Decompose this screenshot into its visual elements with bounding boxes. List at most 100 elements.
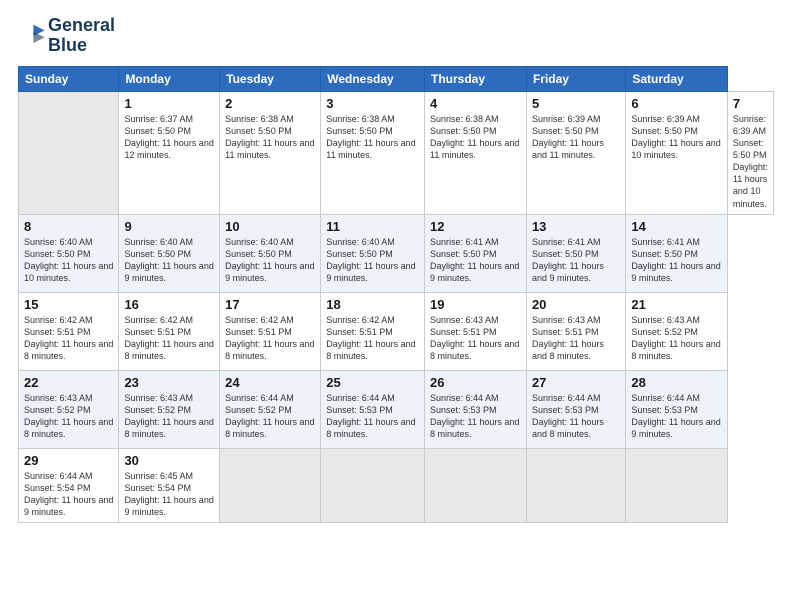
day-number: 2 xyxy=(225,96,315,111)
calendar-cell xyxy=(220,448,321,523)
calendar-cell: 28 Sunrise: 6:44 AMSunset: 5:53 PMDayligh… xyxy=(626,370,728,448)
day-number: 24 xyxy=(225,375,315,390)
calendar-cell: 16 Sunrise: 6:42 AMSunset: 5:51 PMDayligh… xyxy=(119,292,220,370)
day-detail: Sunrise: 6:44 AMSunset: 5:52 PMDaylight:… xyxy=(225,392,315,441)
calendar-header-row: SundayMondayTuesdayWednesdayThursdayFrid… xyxy=(19,66,774,91)
day-number: 19 xyxy=(430,297,521,312)
day-detail: Sunrise: 6:42 AMSunset: 5:51 PMDaylight:… xyxy=(326,314,419,363)
calendar-week-4: 22 Sunrise: 6:43 AMSunset: 5:52 PMDayligh… xyxy=(19,370,774,448)
calendar-cell: 26 Sunrise: 6:44 AMSunset: 5:53 PMDayligh… xyxy=(424,370,526,448)
day-number: 30 xyxy=(124,453,214,468)
day-number: 8 xyxy=(24,219,113,234)
calendar-cell: 5 Sunrise: 6:39 AMSunset: 5:50 PMDaylight… xyxy=(526,91,625,214)
logo-icon xyxy=(18,22,46,50)
day-detail: Sunrise: 6:44 AMSunset: 5:54 PMDaylight:… xyxy=(24,470,113,519)
day-detail: Sunrise: 6:40 AMSunset: 5:50 PMDaylight:… xyxy=(124,236,214,285)
day-detail: Sunrise: 6:43 AMSunset: 5:51 PMDaylight:… xyxy=(532,314,620,363)
header-day-monday: Monday xyxy=(119,66,220,91)
day-detail: Sunrise: 6:43 AMSunset: 5:52 PMDaylight:… xyxy=(24,392,113,441)
calendar-cell xyxy=(626,448,728,523)
header: General Blue xyxy=(18,16,774,56)
day-detail: Sunrise: 6:43 AMSunset: 5:51 PMDaylight:… xyxy=(430,314,521,363)
day-number: 22 xyxy=(24,375,113,390)
calendar-cell: 9 Sunrise: 6:40 AMSunset: 5:50 PMDaylight… xyxy=(119,214,220,292)
day-number: 9 xyxy=(124,219,214,234)
calendar-cell xyxy=(321,448,425,523)
calendar-cell: 25Sunrise: 6:44 AMSunset: 5:53 PMDayligh… xyxy=(321,370,425,448)
day-detail: Sunrise: 6:39 AMSunset: 5:50 PMDaylight:… xyxy=(532,113,620,162)
day-number: 15 xyxy=(24,297,113,312)
calendar-cell: 18 Sunrise: 6:42 AMSunset: 5:51 PMDayligh… xyxy=(321,292,425,370)
calendar-cell: 21Sunrise: 6:43 AMSunset: 5:52 PMDayligh… xyxy=(626,292,728,370)
day-detail: Sunrise: 6:42 AMSunset: 5:51 PMDaylight:… xyxy=(124,314,214,363)
header-day-tuesday: Tuesday xyxy=(220,66,321,91)
calendar-table: SundayMondayTuesdayWednesdayThursdayFrid… xyxy=(18,66,774,524)
calendar-cell: 8 Sunrise: 6:40 AMSunset: 5:50 PMDaylight… xyxy=(19,214,119,292)
day-detail: Sunrise: 6:44 AMSunset: 5:53 PMDaylight:… xyxy=(631,392,722,441)
day-detail: Sunrise: 6:38 AMSunset: 5:50 PMDaylight:… xyxy=(326,113,419,162)
day-number: 26 xyxy=(430,375,521,390)
day-number: 17 xyxy=(225,297,315,312)
day-number: 1 xyxy=(124,96,214,111)
calendar-week-5: 29 Sunrise: 6:44 AMSunset: 5:54 PMDayligh… xyxy=(19,448,774,523)
calendar-week-2: 8 Sunrise: 6:40 AMSunset: 5:50 PMDaylight… xyxy=(19,214,774,292)
logo-text: General Blue xyxy=(48,16,115,56)
day-detail: Sunrise: 6:40 AMSunset: 5:50 PMDaylight:… xyxy=(24,236,113,285)
calendar-cell: 29 Sunrise: 6:44 AMSunset: 5:54 PMDayligh… xyxy=(19,448,119,523)
calendar-cell: 30 Sunrise: 6:45 AMSunset: 5:54 PMDayligh… xyxy=(119,448,220,523)
day-number: 14 xyxy=(631,219,722,234)
calendar-cell: 1 Sunrise: 6:37 AMSunset: 5:50 PMDaylight… xyxy=(119,91,220,214)
day-detail: Sunrise: 6:37 AMSunset: 5:50 PMDaylight:… xyxy=(124,113,214,162)
calendar-cell: 11 Sunrise: 6:40 AMSunset: 5:50 PMDayligh… xyxy=(321,214,425,292)
header-day-sunday: Sunday xyxy=(19,66,119,91)
day-detail: Sunrise: 6:42 AMSunset: 5:51 PMDaylight:… xyxy=(24,314,113,363)
day-detail: Sunrise: 6:44 AMSunset: 5:53 PMDaylight:… xyxy=(430,392,521,441)
header-day-wednesday: Wednesday xyxy=(321,66,425,91)
calendar-container: General Blue SundayMondayTuesdayWednesda… xyxy=(0,0,792,612)
calendar-week-1: 1 Sunrise: 6:37 AMSunset: 5:50 PMDaylight… xyxy=(19,91,774,214)
day-detail: Sunrise: 6:45 AMSunset: 5:54 PMDaylight:… xyxy=(124,470,214,519)
header-day-saturday: Saturday xyxy=(626,66,728,91)
calendar-cell: 3 Sunrise: 6:38 AMSunset: 5:50 PMDaylight… xyxy=(321,91,425,214)
calendar-cell: 6Sunrise: 6:39 AMSunset: 5:50 PMDaylight… xyxy=(626,91,728,214)
calendar-cell xyxy=(19,91,119,214)
day-number: 29 xyxy=(24,453,113,468)
calendar-cell: 14Sunrise: 6:41 AMSunset: 5:50 PMDayligh… xyxy=(626,214,728,292)
day-detail: Sunrise: 6:43 AMSunset: 5:52 PMDaylight:… xyxy=(124,392,214,441)
calendar-cell: 12Sunrise: 6:41 AMSunset: 5:50 PMDayligh… xyxy=(424,214,526,292)
day-number: 27 xyxy=(532,375,620,390)
calendar-cell: 20 Sunrise: 6:43 AMSunset: 5:51 PMDayligh… xyxy=(526,292,625,370)
day-number: 3 xyxy=(326,96,419,111)
calendar-week-3: 15 Sunrise: 6:42 AMSunset: 5:51 PMDayligh… xyxy=(19,292,774,370)
day-detail: Sunrise: 6:38 AMSunset: 5:50 PMDaylight:… xyxy=(430,113,521,162)
calendar-cell: 24 Sunrise: 6:44 AMSunset: 5:52 PMDayligh… xyxy=(220,370,321,448)
calendar-cell: 4 Sunrise: 6:38 AMSunset: 5:50 PMDaylight… xyxy=(424,91,526,214)
calendar-cell: 7Sunrise: 6:39 AMSunset: 5:50 PMDaylight… xyxy=(727,91,773,214)
day-detail: Sunrise: 6:38 AMSunset: 5:50 PMDaylight:… xyxy=(225,113,315,162)
day-number: 28 xyxy=(631,375,722,390)
day-detail: Sunrise: 6:43 AMSunset: 5:52 PMDaylight:… xyxy=(631,314,722,363)
day-number: 23 xyxy=(124,375,214,390)
day-number: 11 xyxy=(326,219,419,234)
day-detail: Sunrise: 6:40 AMSunset: 5:50 PMDaylight:… xyxy=(326,236,419,285)
calendar-cell: 13Sunrise: 6:41 AMSunset: 5:50 PMDayligh… xyxy=(526,214,625,292)
calendar-cell xyxy=(526,448,625,523)
day-number: 10 xyxy=(225,219,315,234)
logo: General Blue xyxy=(18,16,115,56)
calendar-cell: 15 Sunrise: 6:42 AMSunset: 5:51 PMDayligh… xyxy=(19,292,119,370)
day-detail: Sunrise: 6:39 AMSunset: 5:50 PMDaylight:… xyxy=(733,113,768,210)
day-number: 13 xyxy=(532,219,620,234)
day-number: 20 xyxy=(532,297,620,312)
day-number: 5 xyxy=(532,96,620,111)
calendar-cell: 23 Sunrise: 6:43 AMSunset: 5:52 PMDayligh… xyxy=(119,370,220,448)
calendar-cell: 17Sunrise: 6:42 AMSunset: 5:51 PMDayligh… xyxy=(220,292,321,370)
day-number: 16 xyxy=(124,297,214,312)
day-number: 18 xyxy=(326,297,419,312)
day-number: 4 xyxy=(430,96,521,111)
day-detail: Sunrise: 6:40 AMSunset: 5:50 PMDaylight:… xyxy=(225,236,315,285)
day-detail: Sunrise: 6:41 AMSunset: 5:50 PMDaylight:… xyxy=(430,236,521,285)
calendar-cell: 27Sunrise: 6:44 AMSunset: 5:53 PMDayligh… xyxy=(526,370,625,448)
header-day-friday: Friday xyxy=(526,66,625,91)
day-number: 25 xyxy=(326,375,419,390)
calendar-cell: 19 Sunrise: 6:43 AMSunset: 5:51 PMDayligh… xyxy=(424,292,526,370)
